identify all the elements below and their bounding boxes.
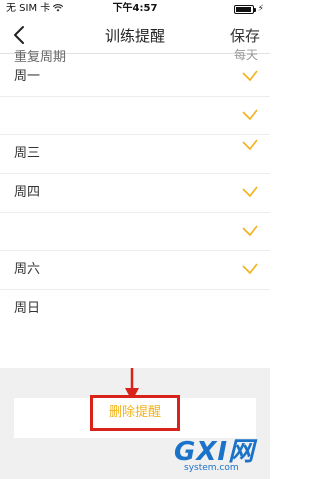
status-bar: 无 SIM 卡 下午4:57 ⚡ — [0, 0, 270, 18]
checkmark-icon — [242, 225, 258, 236]
site-watermark: GXI网 system.com — [174, 431, 264, 475]
weekday-row-mon[interactable]: 周一 — [0, 58, 270, 97]
weekday-row-fri[interactable] — [0, 213, 270, 252]
weekday-label: 周一 — [14, 69, 41, 84]
battery-icon — [233, 4, 256, 14]
weekday-row-thu[interactable]: 周四 — [0, 174, 270, 213]
bottom-area: 删除提醒 GXI网 system.com — [0, 368, 270, 479]
weekday-label: 周六 — [14, 262, 41, 278]
checkmark-icon — [242, 139, 258, 151]
checkmark-icon — [242, 263, 258, 275]
weekday-label: 周四 — [14, 185, 41, 201]
checkmark-icon — [242, 70, 258, 82]
status-time: 下午4:57 — [112, 3, 158, 14]
weekday-row-sat[interactable]: 周六 — [0, 251, 270, 291]
weekday-row-sun[interactable]: 周日 — [0, 290, 270, 329]
weekday-row-tue[interactable] — [0, 97, 270, 136]
watermark-site-text: system.com — [184, 463, 239, 473]
delete-reminder-button[interactable]: 删除提醒 — [90, 395, 180, 431]
weekday-list: 周一 周三 周四 周六 周日 — [0, 58, 270, 329]
checkmark-icon — [242, 109, 258, 120]
weekday-label: 周三 — [14, 146, 41, 162]
weekday-label: 周日 — [14, 301, 41, 317]
checkmark-icon — [242, 186, 258, 198]
battery-status: ⚡ — [233, 0, 264, 18]
weekday-row-wed[interactable]: 周三 — [0, 135, 270, 175]
charging-icon: ⚡ — [257, 4, 264, 14]
